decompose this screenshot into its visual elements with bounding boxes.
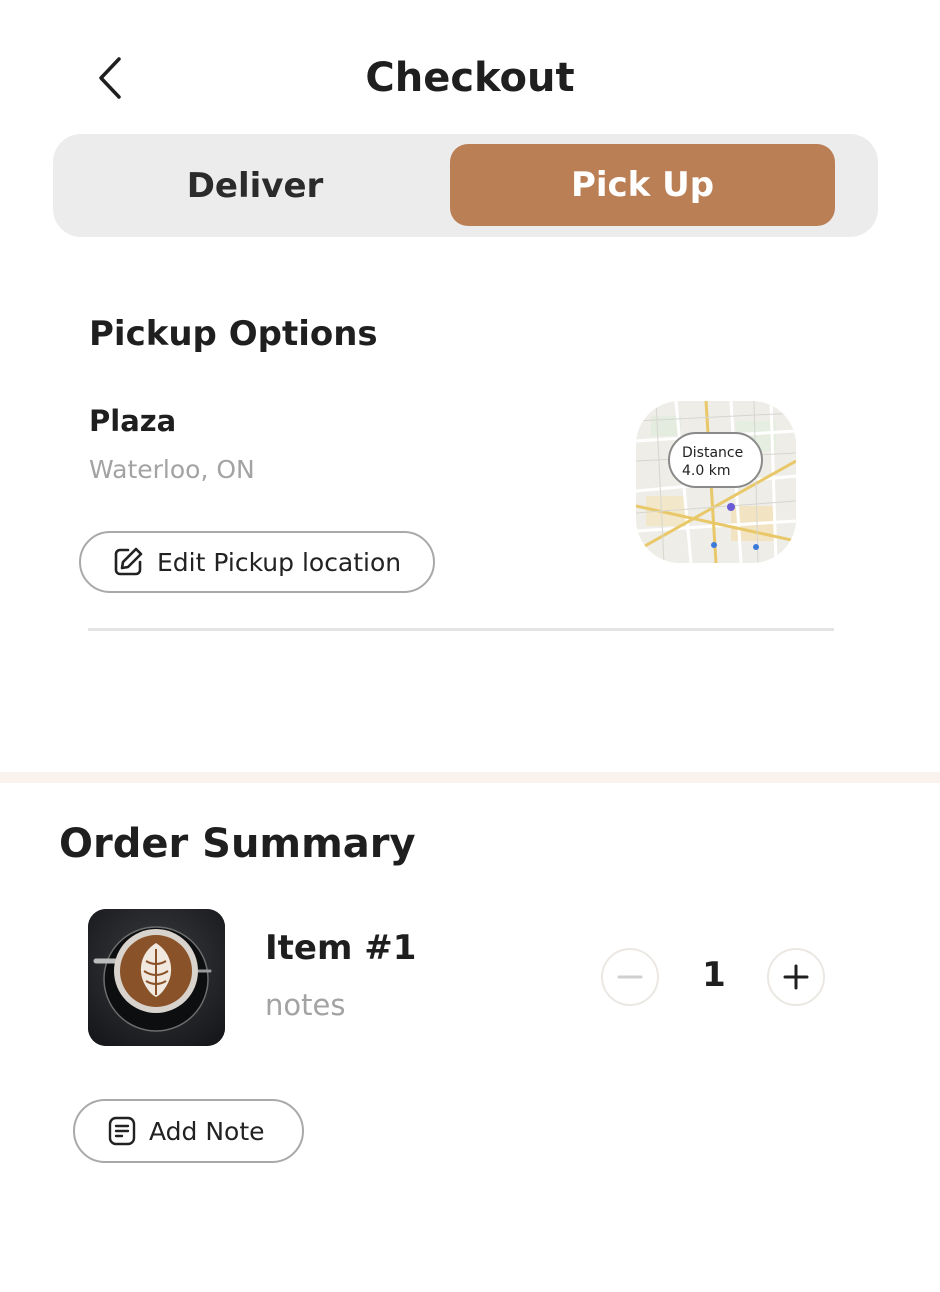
- delivery-mode-toggle: Deliver Pick Up: [53, 134, 878, 237]
- add-note-label: Add Note: [149, 1116, 265, 1146]
- distance-value: 4.0 km: [682, 463, 731, 479]
- add-note-button[interactable]: Add Note: [73, 1099, 304, 1163]
- item-image: [88, 909, 225, 1046]
- order-summary-heading: Order Summary: [59, 821, 416, 867]
- pickup-map[interactable]: Distance 4.0 km: [636, 401, 796, 563]
- minus-icon: [617, 975, 643, 979]
- latte-image: [88, 909, 225, 1046]
- plus-icon: [783, 964, 809, 990]
- edit-pickup-label: Edit Pickup location: [157, 547, 402, 577]
- note-document-icon: [108, 1116, 136, 1146]
- edit-square-icon: [114, 547, 143, 576]
- store-name: Plaza: [89, 404, 177, 438]
- item-name: Item #1: [265, 928, 417, 968]
- divider: [88, 628, 834, 631]
- deliver-tab[interactable]: Deliver: [53, 134, 457, 237]
- edit-pickup-location-button[interactable]: Edit Pickup location: [79, 531, 435, 593]
- store-address: Waterloo, ON: [89, 455, 255, 484]
- section-separator: [0, 772, 940, 783]
- pickup-tab[interactable]: Pick Up: [450, 144, 835, 226]
- decrease-quantity-button[interactable]: [601, 948, 659, 1006]
- item-notes: notes: [265, 988, 346, 1022]
- distance-label: Distance: [682, 445, 744, 461]
- quantity-value: 1: [702, 955, 726, 995]
- pickup-options-heading: Pickup Options: [89, 314, 378, 354]
- page-title: Checkout: [365, 55, 575, 101]
- distance-badge: Distance 4.0 km: [668, 432, 763, 488]
- increase-quantity-button[interactable]: [767, 948, 825, 1006]
